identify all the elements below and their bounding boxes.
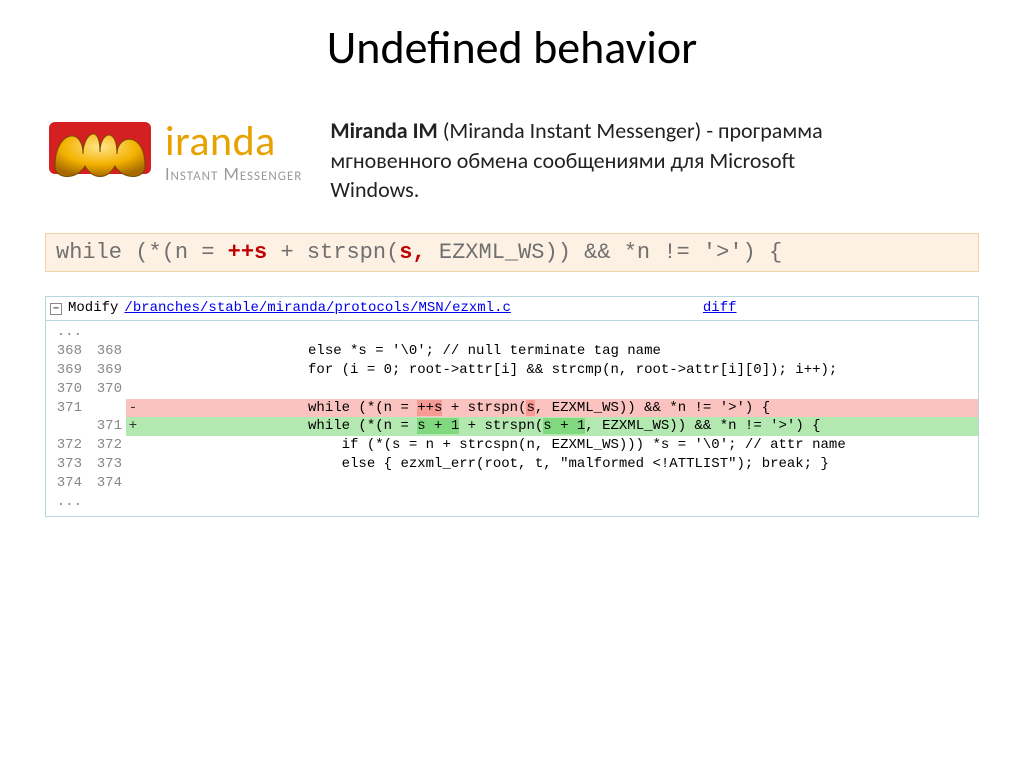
diff-sign xyxy=(126,455,140,474)
diff-sign xyxy=(126,380,140,399)
diff-code: while (*(n = ++s + strspn(s, EZXML_WS)) … xyxy=(140,399,978,418)
intro-row: iranda Instant Messenger Miranda IM (Mir… xyxy=(0,88,1024,205)
line-number-right: 370 xyxy=(86,380,126,399)
diff-code: else *s = '\0'; // null terminate tag na… xyxy=(140,342,978,361)
line-number-left: ... xyxy=(46,493,86,512)
diff-path-link[interactable]: /branches/stable/miranda/protocols/MSN/e… xyxy=(124,299,510,318)
diff-link[interactable]: diff xyxy=(703,299,737,318)
diff-sign xyxy=(126,436,140,455)
diff-sign xyxy=(126,342,140,361)
line-number-right: 373 xyxy=(86,455,126,474)
logo-subtitle: Instant Messenger xyxy=(165,165,302,183)
line-number-left: 368 xyxy=(46,342,86,361)
description-bold: Miranda IM xyxy=(330,117,437,144)
line-number-right: 371 xyxy=(86,417,126,436)
line-number-left: 369 xyxy=(46,361,86,380)
slide-title: Undefined behavior xyxy=(0,0,1024,88)
diff-sign: - xyxy=(126,399,140,418)
line-number-left: 374 xyxy=(46,474,86,493)
line-number-left: 372 xyxy=(46,436,86,455)
line-number-left: ... xyxy=(46,323,86,342)
diff-code: while (*(n = s + 1 + strspn(s + 1, EZXML… xyxy=(140,417,978,436)
line-number-left: 370 xyxy=(46,380,86,399)
line-number-right xyxy=(86,493,126,512)
diff-code xyxy=(140,474,978,493)
description-text: Miranda IM (Miranda Instant Messenger) -… xyxy=(330,116,850,205)
line-number-right: 368 xyxy=(86,342,126,361)
line-number-left xyxy=(46,417,86,436)
line-number-right: 372 xyxy=(86,436,126,455)
diff-code: if (*(s = n + strcspn(n, EZXML_WS))) *s … xyxy=(140,436,978,455)
line-number-right: 369 xyxy=(86,361,126,380)
line-number-left: 373 xyxy=(46,455,86,474)
diff-sign xyxy=(126,361,140,380)
code-snippet: while (*(n = ++s + strspn(s, EZXML_WS)) … xyxy=(45,233,979,272)
collapse-icon[interactable]: − xyxy=(50,303,62,315)
line-number-right xyxy=(86,399,126,418)
diff-sign: + xyxy=(126,417,140,436)
miranda-icon xyxy=(45,116,155,188)
line-number-left: 371 xyxy=(46,399,86,418)
diff-sign xyxy=(126,493,140,512)
logo-word: iranda xyxy=(165,121,302,163)
miranda-logo: iranda Instant Messenger xyxy=(45,116,302,188)
diff-panel: − Modify /branches/stable/miranda/protoc… xyxy=(45,296,979,517)
line-number-right: 374 xyxy=(86,474,126,493)
diff-body: ... 368368 else *s = '\0'; // null termi… xyxy=(46,321,978,516)
modify-label: Modify xyxy=(68,299,118,318)
diff-sign xyxy=(126,474,140,493)
diff-code: else { ezxml_err(root, t, "malformed <!A… xyxy=(140,455,978,474)
diff-code xyxy=(140,493,978,512)
diff-sign xyxy=(126,323,140,342)
line-number-right xyxy=(86,323,126,342)
diff-header: − Modify /branches/stable/miranda/protoc… xyxy=(46,297,978,321)
diff-code xyxy=(140,380,978,399)
diff-code xyxy=(140,323,978,342)
diff-code: for (i = 0; root->attr[i] && strcmp(n, r… xyxy=(140,361,978,380)
